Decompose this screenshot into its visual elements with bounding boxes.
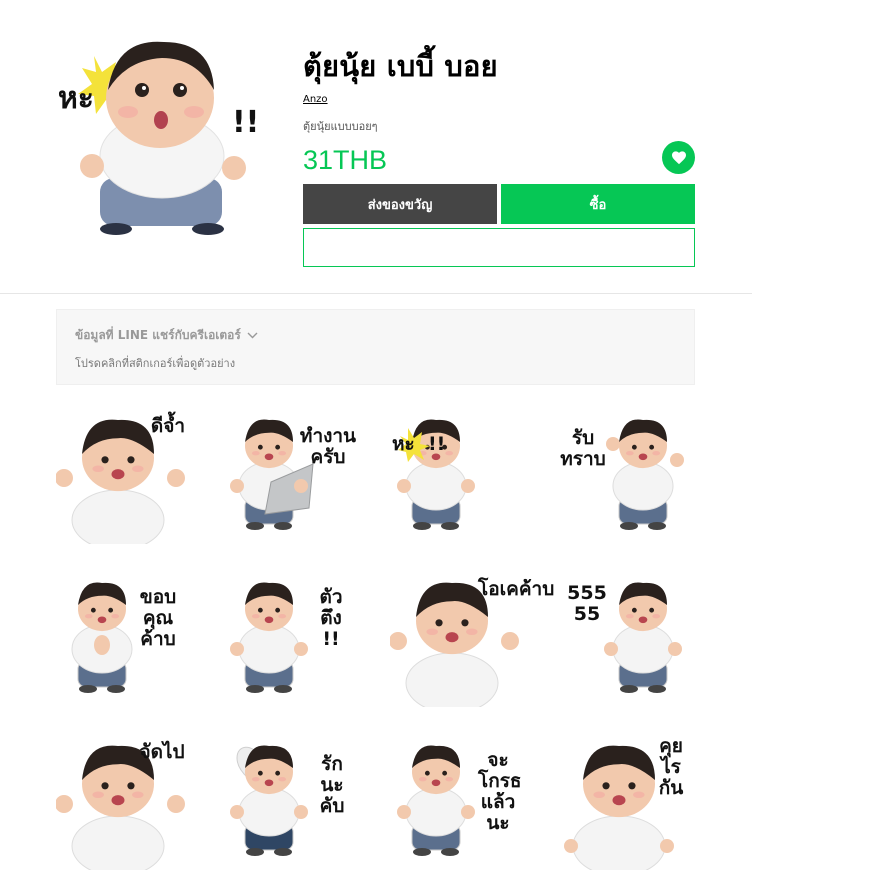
product-price: 31THB [303, 145, 388, 175]
sticker-caption: หะ !! [392, 433, 446, 455]
sticker-caption: ทำงาน ครับ [299, 425, 357, 468]
sticker-item[interactable]: รับ ทราบ [557, 408, 693, 544]
sticker-caption: โอเคค้าบ [478, 578, 555, 600]
author-link[interactable]: Anzo [303, 94, 328, 105]
price-row: 31THB [303, 139, 695, 183]
sticker-item[interactable]: จะ โกรธ แล้ว นะ [390, 734, 526, 870]
creator-info-toggle[interactable]: ข้อมูลที่ LINE แชร์กับครีเอเตอร์ [75, 326, 258, 345]
chevron-down-icon [247, 332, 258, 339]
secondary-action-button[interactable] [303, 228, 695, 267]
sticker-item[interactable]: ดีจ้ำ [56, 408, 192, 544]
sticker-item[interactable]: 555 55 [557, 571, 693, 707]
hero-caption-right: !! [232, 105, 259, 140]
action-buttons: ส่งของขวัญ ซื้อ [303, 184, 695, 224]
sticker-caption: คุย ไร กัน [658, 735, 684, 799]
sticker-caption: จะ โกรธ แล้ว นะ [478, 749, 522, 834]
product-description: ตุ้ยนุ้ยแบบบอยๆ [303, 120, 378, 133]
heart-icon [671, 151, 686, 165]
sticker-caption: ดีจ้ำ [150, 415, 186, 437]
product-info: ตุ้ยนุ้ย เบบี้ บอย Anzo ตุ้ยนุ้ยแบบบอยๆ … [303, 46, 695, 267]
creator-info-subtext: โปรดคลิกที่สติกเกอร์เพื่อดูตัวอย่าง [75, 357, 236, 370]
gift-button[interactable]: ส่งของขวัญ [303, 184, 497, 224]
sticker-item[interactable]: โอเคค้าบ [390, 571, 555, 707]
sticker-caption: ตัว ตึง !! [319, 586, 343, 650]
creator-info-box: ข้อมูลที่ LINE แชร์กับครีเอเตอร์ โปรดคลิ… [56, 309, 695, 385]
favorite-button[interactable] [662, 141, 695, 174]
sticker-caption: จัดไป [139, 741, 185, 763]
sticker-caption: 555 55 [567, 582, 607, 625]
creator-info-heading: ข้อมูลที่ LINE แชร์กับครีเอเตอร์ [75, 328, 241, 342]
sticker-item[interactable]: ขอบ คุณ ค้าบ [56, 571, 192, 707]
main-sticker-image: หะ !! [56, 28, 268, 244]
baby-sticker-illustration [397, 419, 475, 530]
sticker-item[interactable]: หะ !! [390, 408, 526, 544]
buy-button[interactable]: ซื้อ [501, 184, 695, 224]
baby-hero-illustration: หะ !! [58, 41, 259, 235]
sticker-caption: รับ ทราบ [560, 427, 606, 470]
sticker-caption: ขอบ คุณ ค้าบ [139, 586, 177, 650]
sticker-item[interactable]: รัก นะ คับ [223, 734, 359, 870]
hero-caption-left: หะ [58, 81, 94, 116]
sticker-item[interactable]: จัดไป [56, 734, 192, 870]
product-title: ตุ้ยนุ้ย เบบี้ บอย [303, 49, 498, 83]
sticker-item[interactable]: ตัว ตึง !! [223, 571, 359, 707]
sticker-grid: ดีจ้ำ ทำงาน ครับ หะ !! รับ ทราบขอบ คุณ ค้าบ… [56, 408, 695, 870]
sticker-caption: รัก นะ คับ [319, 753, 345, 817]
sticker-item[interactable]: คุย ไร กัน [557, 734, 693, 870]
section-divider [0, 293, 752, 294]
sticker-item[interactable]: ทำงาน ครับ [223, 408, 359, 544]
